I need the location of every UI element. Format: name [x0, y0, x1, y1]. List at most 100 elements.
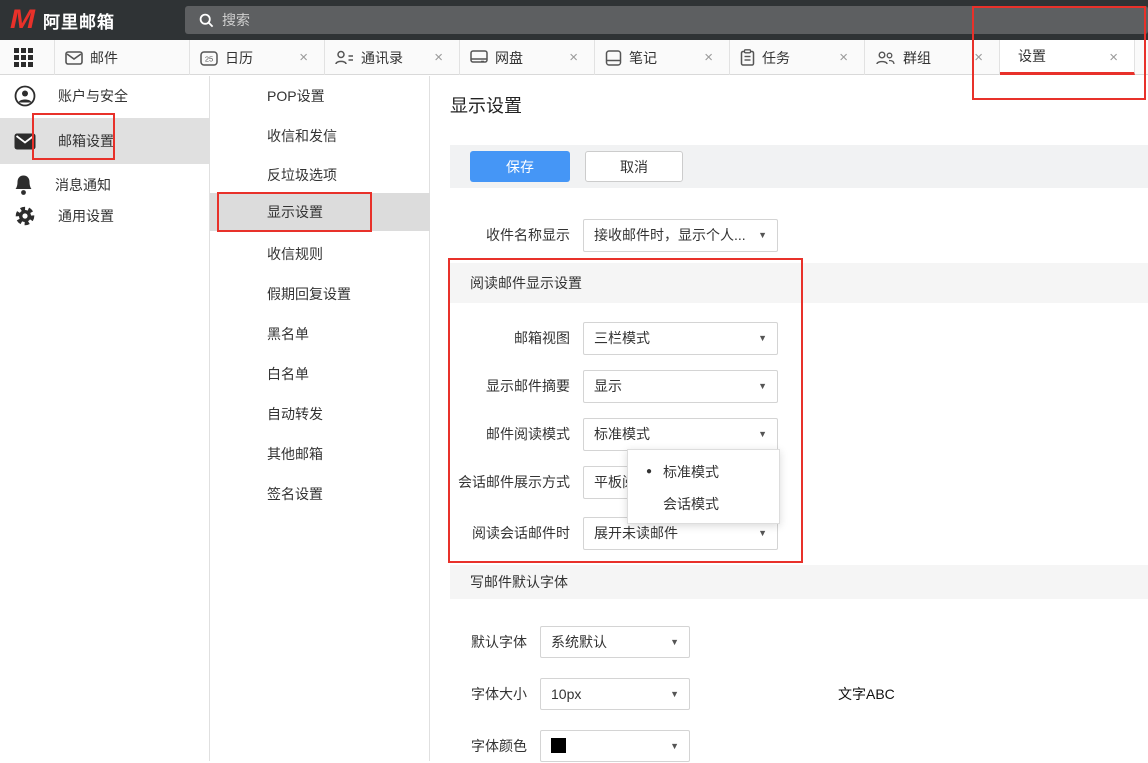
sidebar-item-account-security[interactable]: 账户与安全 — [0, 74, 209, 118]
field-label: 邮箱视图 — [430, 322, 570, 355]
select-value: 显示 — [594, 378, 622, 394]
tab-close-icon[interactable]: × — [1109, 40, 1118, 75]
tab-bar: 邮件 25 日历 × 通讯录 × 网盘 × 笔记 — [0, 40, 1148, 75]
reading-mode-dropdown-menu: ● 标准模式 会话模式 — [627, 449, 780, 524]
font-size-select[interactable]: 10px ▼ — [540, 678, 690, 710]
tab-settings[interactable]: 设置 × — [1000, 40, 1135, 75]
form-row-reading-mode: 邮件阅读模式 标准模式 ▼ — [430, 418, 1148, 451]
menu-item-auto-forward[interactable]: 自动转发 — [210, 394, 430, 434]
section-title: 阅读邮件显示设置 — [470, 275, 582, 291]
tab-calendar[interactable]: 25 日历 × — [190, 40, 325, 75]
menu-item-signature[interactable]: 签名设置 — [210, 474, 430, 514]
menu-item-other-mailbox[interactable]: 其他邮箱 — [210, 434, 430, 474]
menu-item-whitelist[interactable]: 白名单 — [210, 354, 430, 394]
tab-close-icon[interactable]: × — [299, 40, 308, 75]
mailbox-view-select[interactable]: 三栏模式 ▼ — [583, 322, 778, 355]
tab-label: 通讯录 — [361, 48, 403, 68]
form-row-mailbox-view: 邮箱视图 三栏模式 ▼ — [430, 322, 1148, 355]
notes-icon — [605, 50, 622, 66]
reading-mode-select[interactable]: 标准模式 ▼ — [583, 418, 778, 451]
sidebar-item-label: 消息通知 — [55, 175, 111, 195]
tab-label: 任务 — [762, 48, 790, 68]
form-row-font-color: 字体颜色 ▼ — [430, 730, 1148, 763]
select-value: 三栏模式 — [594, 330, 650, 346]
select-value: 展开未读邮件 — [594, 525, 678, 541]
dropdown-option-standard[interactable]: ● 标准模式 — [628, 456, 779, 488]
select-value: 标准模式 — [594, 426, 650, 442]
tab-close-icon[interactable]: × — [434, 40, 443, 75]
section-title: 写邮件默认字体 — [470, 574, 568, 590]
caret-down-icon: ▼ — [670, 731, 679, 762]
menu-item-pop-settings[interactable]: POP设置 — [210, 76, 430, 116]
tab-label: 邮件 — [90, 48, 118, 68]
page-title: 显示设置 — [450, 92, 522, 118]
caret-down-icon: ▼ — [758, 323, 767, 354]
section-header-compose-font: 写邮件默认字体 — [450, 565, 1148, 599]
topbar: M 阿里邮箱 搜索 — [0, 0, 1148, 40]
option-label: 会话模式 — [663, 496, 719, 512]
calendar-icon: 25 — [200, 50, 218, 66]
menu-item-receive-rules[interactable]: 收信规则 — [210, 234, 430, 274]
save-button[interactable]: 保存 — [470, 151, 570, 182]
search-icon — [199, 13, 214, 28]
field-label: 字体颜色 — [430, 730, 527, 763]
app-grid-button[interactable] — [0, 40, 55, 75]
logo-m-icon: M — [10, 7, 35, 34]
menu-item-send-receive[interactable]: 收信和发信 — [210, 116, 430, 156]
tab-label: 网盘 — [495, 48, 523, 68]
font-color-select[interactable]: ▼ — [540, 730, 690, 762]
field-label: 收件名称显示 — [430, 219, 570, 252]
default-font-select[interactable]: 系统默认 ▼ — [540, 626, 690, 658]
sidebar-item-label: 邮箱设置 — [58, 131, 114, 151]
settings-sidebar: 账户与安全 邮箱设置 消息通知 通用设置 — [0, 76, 210, 761]
tab-contacts[interactable]: 通讯录 × — [325, 40, 460, 75]
tab-groups[interactable]: 群组 × — [865, 40, 1000, 75]
font-preview-text: 文字ABC — [838, 678, 895, 710]
field-label: 邮件阅读模式 — [430, 418, 570, 451]
select-value: 接收邮件时，显示个人... — [594, 227, 746, 243]
tab-close-icon[interactable]: × — [974, 40, 983, 75]
tab-tasks[interactable]: 任务 × — [730, 40, 865, 75]
section-header-reading: 阅读邮件显示设置 — [450, 263, 1148, 303]
app-title: 阿里邮箱 — [43, 8, 115, 33]
menu-item-antispam[interactable]: 反垃圾选项 — [210, 155, 430, 195]
mailbox-settings-icon — [14, 133, 36, 150]
cancel-button[interactable]: 取消 — [585, 151, 683, 182]
tab-close-icon[interactable]: × — [569, 40, 578, 75]
field-label: 默认字体 — [430, 626, 527, 659]
drive-icon — [470, 50, 488, 65]
tab-label: 日历 — [225, 48, 253, 68]
font-color-swatch — [551, 738, 566, 753]
sidebar-item-mailbox-settings[interactable]: 邮箱设置 — [0, 118, 209, 164]
tab-drive[interactable]: 网盘 × — [460, 40, 595, 75]
menu-item-display-settings[interactable]: 显示设置 — [210, 193, 430, 231]
tasks-icon — [740, 49, 755, 66]
grid-icon — [14, 48, 33, 67]
form-row-recipient-name: 收件名称显示 接收邮件时，显示个人... ▼ — [430, 219, 1148, 252]
sidebar-item-label: 账户与安全 — [58, 86, 128, 106]
form-row-read-conversation: 阅读会话邮件时 展开未读邮件 ▼ — [430, 517, 1148, 550]
tab-label: 群组 — [903, 48, 931, 68]
search-placeholder: 搜索 — [222, 10, 250, 30]
sidebar-item-label: 通用设置 — [58, 206, 114, 226]
form-row-default-font: 默认字体 系统默认 ▼ — [430, 626, 1148, 659]
tab-notes[interactable]: 笔记 × — [595, 40, 730, 75]
caret-down-icon: ▼ — [670, 679, 679, 710]
search-input[interactable]: 搜索 — [185, 6, 1148, 34]
tab-mail[interactable]: 邮件 — [55, 40, 190, 75]
recipient-name-select[interactable]: 接收邮件时，显示个人... ▼ — [583, 219, 778, 252]
menu-item-blacklist[interactable]: 黑名单 — [210, 314, 430, 354]
selected-bullet-icon: ● — [646, 456, 652, 488]
app-logo: M 阿里邮箱 — [10, 4, 115, 36]
tab-label: 设置 — [1010, 46, 1046, 66]
mail-summary-select[interactable]: 显示 ▼ — [583, 370, 778, 403]
tab-close-icon[interactable]: × — [839, 40, 848, 75]
caret-down-icon: ▼ — [670, 627, 679, 658]
dropdown-option-conversation[interactable]: 会话模式 — [628, 488, 779, 520]
sidebar-item-general-settings[interactable]: 通用设置 — [0, 195, 209, 237]
field-label: 阅读会话邮件时 — [430, 517, 570, 550]
tab-close-icon[interactable]: × — [704, 40, 713, 75]
mail-icon — [65, 51, 83, 65]
menu-item-vacation-reply[interactable]: 假期回复设置 — [210, 274, 430, 314]
caret-down-icon: ▼ — [758, 220, 767, 251]
